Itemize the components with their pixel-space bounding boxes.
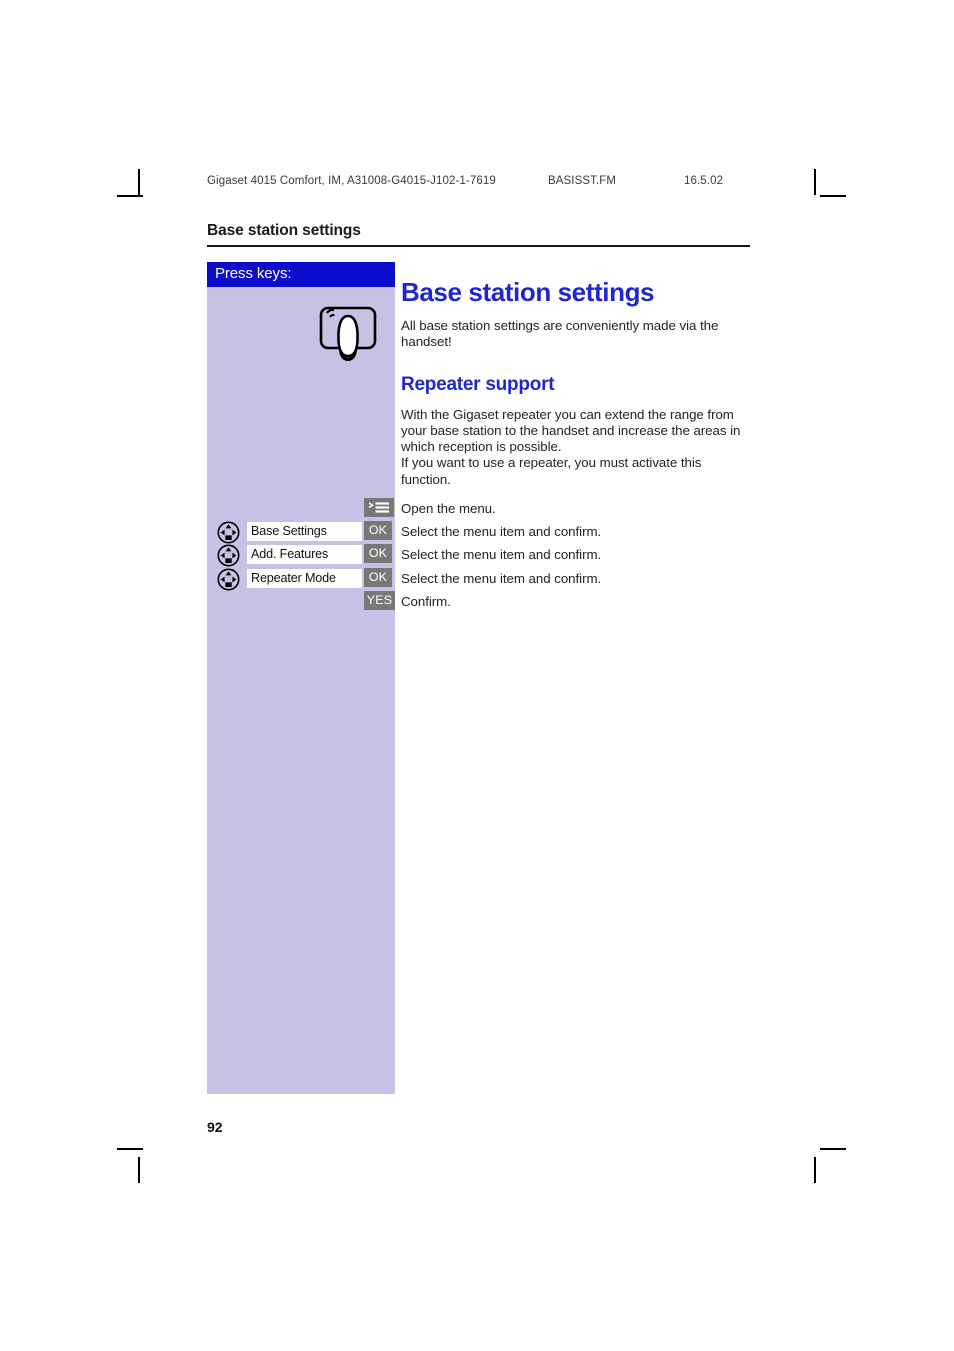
crop-mark-bottom-left-horizontal xyxy=(117,1148,143,1150)
crop-mark-top-right-vertical xyxy=(814,169,816,195)
key-row: Add. Features OK xyxy=(207,544,395,567)
running-head: Base station settings xyxy=(207,222,361,239)
menu-item-box[interactable]: Base Settings xyxy=(247,522,362,542)
crop-mark-top-left-horizontal xyxy=(117,195,143,197)
softkey-ok[interactable]: OK xyxy=(364,544,392,564)
section-paragraph-2: If you want to use a repeater, you must … xyxy=(401,455,702,487)
navigation-key-icon[interactable] xyxy=(217,521,240,544)
section-title-repeater-support: Repeater support xyxy=(401,374,555,395)
print-header-document: Gigaset 4015 Comfort, IM, A31008-G4015-J… xyxy=(207,175,496,187)
menu-item-box[interactable]: Repeater Mode xyxy=(247,568,362,588)
main-content: Base station settings All base station s… xyxy=(401,262,751,488)
instruction-list: Open the menu. Select the menu item and … xyxy=(401,498,751,614)
instruction-line: Select the menu item and confirm. xyxy=(401,570,602,586)
navigation-key-icon[interactable] xyxy=(217,568,240,591)
instruction-line: Select the menu item and confirm. xyxy=(401,547,602,563)
page-number: 92 xyxy=(207,1119,223,1135)
section-paragraph-1: With the Gigaset repeater you can extend… xyxy=(401,406,741,455)
print-header-date: 16.5.02 xyxy=(684,175,724,187)
instruction-line: Confirm. xyxy=(401,593,451,609)
crop-mark-bottom-left-vertical xyxy=(138,1157,140,1183)
menu-item-label: Repeater Mode xyxy=(251,570,336,585)
key-row: YES xyxy=(207,590,395,614)
print-header: Gigaset 4015 Comfort, IM, A31008-G4015-J… xyxy=(207,175,767,191)
softkey-ok[interactable]: OK xyxy=(364,567,392,587)
page-title: Base station settings xyxy=(401,277,655,307)
key-sequence-rows: Base Settings OK Add. Features OK Repeat… xyxy=(207,498,395,614)
thumb-press-key-icon xyxy=(318,304,378,366)
navigation-key-icon[interactable] xyxy=(217,544,240,567)
crop-mark-top-right-horizontal xyxy=(820,195,846,197)
intro-paragraph: All base station settings are convenient… xyxy=(401,317,719,349)
press-keys-title: Press keys: xyxy=(215,265,292,282)
crop-mark-bottom-right-horizontal xyxy=(820,1148,846,1150)
key-row: Repeater Mode OK xyxy=(207,567,395,591)
running-head-rule xyxy=(207,245,750,247)
softkey-yes[interactable]: YES xyxy=(364,590,395,610)
menu-item-label: Add. Features xyxy=(251,547,329,562)
instruction-line: Select the menu item and confirm. xyxy=(401,524,602,540)
menu-item-box[interactable]: Add. Features xyxy=(247,545,362,565)
press-keys-panel: Press keys: Base Settings OK Add. Featur… xyxy=(207,262,395,1094)
key-row xyxy=(207,498,395,521)
key-row: Base Settings OK xyxy=(207,521,395,544)
print-header-filename: BASISST.FM xyxy=(548,175,617,187)
instruction-line: Open the menu. xyxy=(401,501,496,516)
crop-mark-top-left-vertical xyxy=(138,169,140,195)
menu-item-label: Base Settings xyxy=(251,524,327,539)
softkey-ok[interactable]: OK xyxy=(364,521,392,541)
crop-mark-bottom-right-vertical xyxy=(814,1157,816,1183)
menu-list-icon[interactable] xyxy=(364,498,394,517)
